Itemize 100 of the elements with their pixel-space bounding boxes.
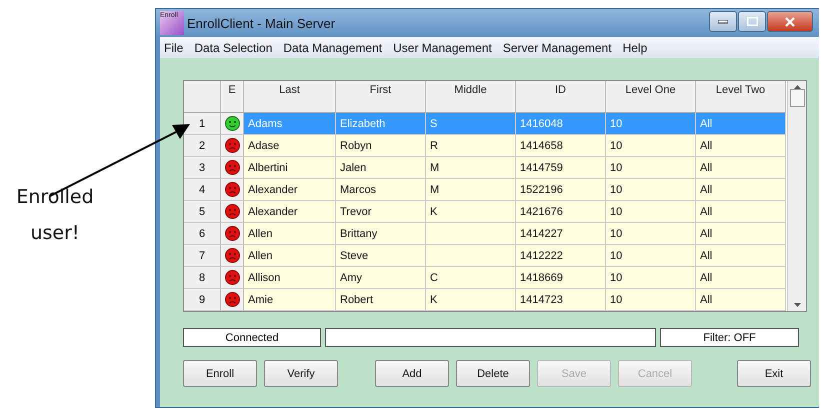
row-number[interactable]: 8 xyxy=(198,272,206,284)
table-cell: Albertini xyxy=(244,157,336,179)
window-title: EnrollClient - Main Server xyxy=(187,16,336,30)
table-cell: All xyxy=(696,201,786,223)
table-cell: 10 xyxy=(606,223,696,245)
table-cell: Adase xyxy=(244,135,336,157)
table-cell: 10 xyxy=(606,113,696,135)
connection-status: Connected xyxy=(183,328,321,347)
filter-status: Filter: OFF xyxy=(660,328,799,347)
table-cell: 1414227 xyxy=(516,223,606,245)
table-cell: Allen xyxy=(244,245,336,267)
table-cell: Robert xyxy=(336,289,426,311)
table-cell: C xyxy=(426,267,516,289)
row-number[interactable]: 7 xyxy=(198,250,206,262)
table-cell: Steve xyxy=(336,245,426,267)
table-cell: 10 xyxy=(606,135,696,157)
table-cell: 1414658 xyxy=(516,135,606,157)
table-cell: Alexander xyxy=(244,201,336,223)
table-cell: 1421676 xyxy=(516,201,606,223)
table-cell: 1412222 xyxy=(516,245,606,267)
table-cell: All xyxy=(696,267,786,289)
table-cell: 10 xyxy=(606,157,696,179)
table-cell: Alexander xyxy=(244,179,336,201)
row-number[interactable]: 9 xyxy=(198,294,206,306)
table-cell: Amie xyxy=(244,289,336,311)
table-cell: All xyxy=(696,157,786,179)
table-cell: Trevor xyxy=(336,201,426,223)
table-cell: R xyxy=(426,135,516,157)
table-cell: 10 xyxy=(606,267,696,289)
action-button[interactable]: Enroll xyxy=(183,360,257,387)
row-number[interactable]: 3 xyxy=(198,162,206,174)
action-button[interactable]: Exit xyxy=(737,360,811,387)
column-header[interactable]: Level Two xyxy=(696,81,786,113)
table-cell: Jalen xyxy=(336,157,426,179)
table-cell: Brittany xyxy=(336,223,426,245)
table-cell: All xyxy=(696,135,786,157)
minimize-icon xyxy=(718,20,728,24)
action-button[interactable]: Delete xyxy=(456,360,530,387)
frowning-face-icon xyxy=(224,226,240,241)
table-cell: S xyxy=(426,113,516,135)
table-cell: All xyxy=(696,179,786,201)
minimize-button[interactable] xyxy=(709,11,737,32)
frowning-face-icon xyxy=(224,248,240,263)
table-cell: Adams xyxy=(244,113,336,135)
maximize-icon xyxy=(746,17,758,26)
table-cell: M xyxy=(426,157,516,179)
row-number[interactable]: 4 xyxy=(198,184,206,196)
menu-item[interactable]: Data Selection xyxy=(194,40,272,54)
table-cell: K xyxy=(426,289,516,311)
table-cell: Allen xyxy=(244,223,336,245)
scroll-down-icon[interactable] xyxy=(794,303,800,307)
scroll-thumb[interactable] xyxy=(790,89,804,107)
row-number[interactable]: 6 xyxy=(198,228,206,240)
table-cell: K xyxy=(426,201,516,223)
column-header[interactable]: Middle xyxy=(426,81,516,113)
table-cell: Amy xyxy=(336,267,426,289)
column-header[interactable]: First xyxy=(336,81,426,113)
table-cell: 1522196 xyxy=(516,179,606,201)
frowning-face-icon xyxy=(224,138,240,153)
table-cell: 10 xyxy=(606,245,696,267)
close-button[interactable] xyxy=(767,11,813,32)
maximize-button[interactable] xyxy=(738,11,766,32)
smiley-face-icon xyxy=(224,116,240,131)
table-cell: All xyxy=(696,113,786,135)
column-header[interactable]: E xyxy=(221,81,244,113)
frowning-face-icon xyxy=(224,204,240,219)
action-button[interactable]: Add xyxy=(375,360,449,387)
table-cell: All xyxy=(696,223,786,245)
column-header[interactable]: Level One xyxy=(606,81,696,113)
menu-item[interactable]: User Management xyxy=(393,40,492,54)
menu-item[interactable]: Help xyxy=(622,40,648,54)
frowning-face-icon xyxy=(224,292,240,307)
frowning-face-icon xyxy=(224,160,240,175)
table-cell: 1416048 xyxy=(516,113,606,135)
table-cell: 1414759 xyxy=(516,157,606,179)
annotation-text: Enrolled user! xyxy=(15,184,95,246)
row-number[interactable]: 2 xyxy=(198,140,206,152)
column-header[interactable]: Last xyxy=(244,81,336,113)
row-number[interactable]: 1 xyxy=(198,118,206,130)
close-icon xyxy=(785,16,795,26)
table-cell: All xyxy=(696,245,786,267)
scrollbar[interactable] xyxy=(787,81,806,311)
table-cell: 1418669 xyxy=(516,267,606,289)
table-cell: Marcos xyxy=(336,179,426,201)
menu-item[interactable]: Server Management xyxy=(502,40,612,54)
menu-item[interactable]: File xyxy=(164,40,184,54)
menu-item[interactable]: Data Management xyxy=(283,40,382,54)
row-number[interactable]: 5 xyxy=(198,206,206,218)
table-cell: 10 xyxy=(606,179,696,201)
table-cell: All xyxy=(696,289,786,311)
column-header[interactable]: ID xyxy=(516,81,606,113)
table-cell: Allison xyxy=(244,267,336,289)
table-cell: 10 xyxy=(606,201,696,223)
table-cell: 10 xyxy=(606,289,696,311)
table-cell: M xyxy=(426,179,516,201)
table-cell: Robyn xyxy=(336,135,426,157)
table-cell: Elizabeth xyxy=(336,113,426,135)
frowning-face-icon xyxy=(224,182,240,197)
action-button[interactable]: Verify xyxy=(264,360,338,387)
frowning-face-icon xyxy=(224,270,240,285)
